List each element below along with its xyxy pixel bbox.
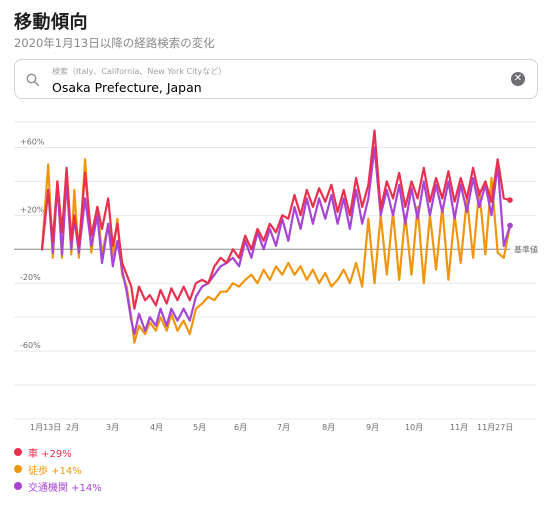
legend-item: 交通機関 +14% [14,478,102,494]
x-tick-label: 8月 [322,423,335,432]
page-title: 移動傾向 [14,12,88,33]
x-tick-label: 1月13日 [30,423,61,432]
legend-item: 徒歩 +14% [14,461,102,477]
chart-svg: 基準値 +60% +20% -20% -60% 1月13日 2月 3月 4月 5月 6月 7月 8月 9月… [14,121,538,432]
clear-icon[interactable]: ✕ [511,72,525,86]
x-tick-label: 10月 [405,423,423,432]
legend-dot [14,482,22,490]
search-input[interactable]: Osaka Prefecture, Japan [52,80,202,95]
y-tick-label: +60% [20,137,45,146]
x-tick-label: 6月 [234,423,247,432]
legend-dot [14,465,22,473]
x-tick-label: 4月 [150,423,163,432]
series-end-point [507,197,513,203]
search-icon [26,73,40,87]
x-tick-label: 11月 [450,423,468,432]
y-tick-label: -60% [20,341,41,350]
search-box[interactable]: 検索（Italy、California、New York Cityなど） Osa… [14,59,538,99]
x-tick-label: 9月 [366,423,379,432]
legend-label: 徒歩 +14% [28,465,82,477]
legend: 車 +29% 徒歩 +14% 交通機関 +14% [14,444,102,495]
x-tick-label: 11月27日 [477,423,513,432]
baseline-label: 基準値 [514,244,538,254]
series-end-point [507,222,513,229]
search-placeholder: 検索（Italy、California、New York Cityなど） [52,67,227,76]
legend-label: 車 +29% [28,448,72,460]
y-tick-label: -20% [20,273,41,282]
y-tick-label: +20% [20,205,45,214]
x-tick-label: 7月 [277,423,290,432]
page-subtitle: 2020年1月13日以降の経路検索の変化 [14,36,215,50]
x-tick-label: 2月 [66,423,79,432]
legend-item: 車 +29% [14,444,102,460]
legend-dot [14,448,22,456]
x-tick-label: 3月 [106,423,119,432]
series-line-0 [40,129,512,310]
legend-label: 交通機関 +14% [28,482,102,494]
x-tick-label: 5月 [193,423,206,432]
mobility-chart: 基準値 +60% +20% -20% -60% 1月13日 2月 3月 4月 5月 6月 7月 8月 9月… [0,112,550,442]
